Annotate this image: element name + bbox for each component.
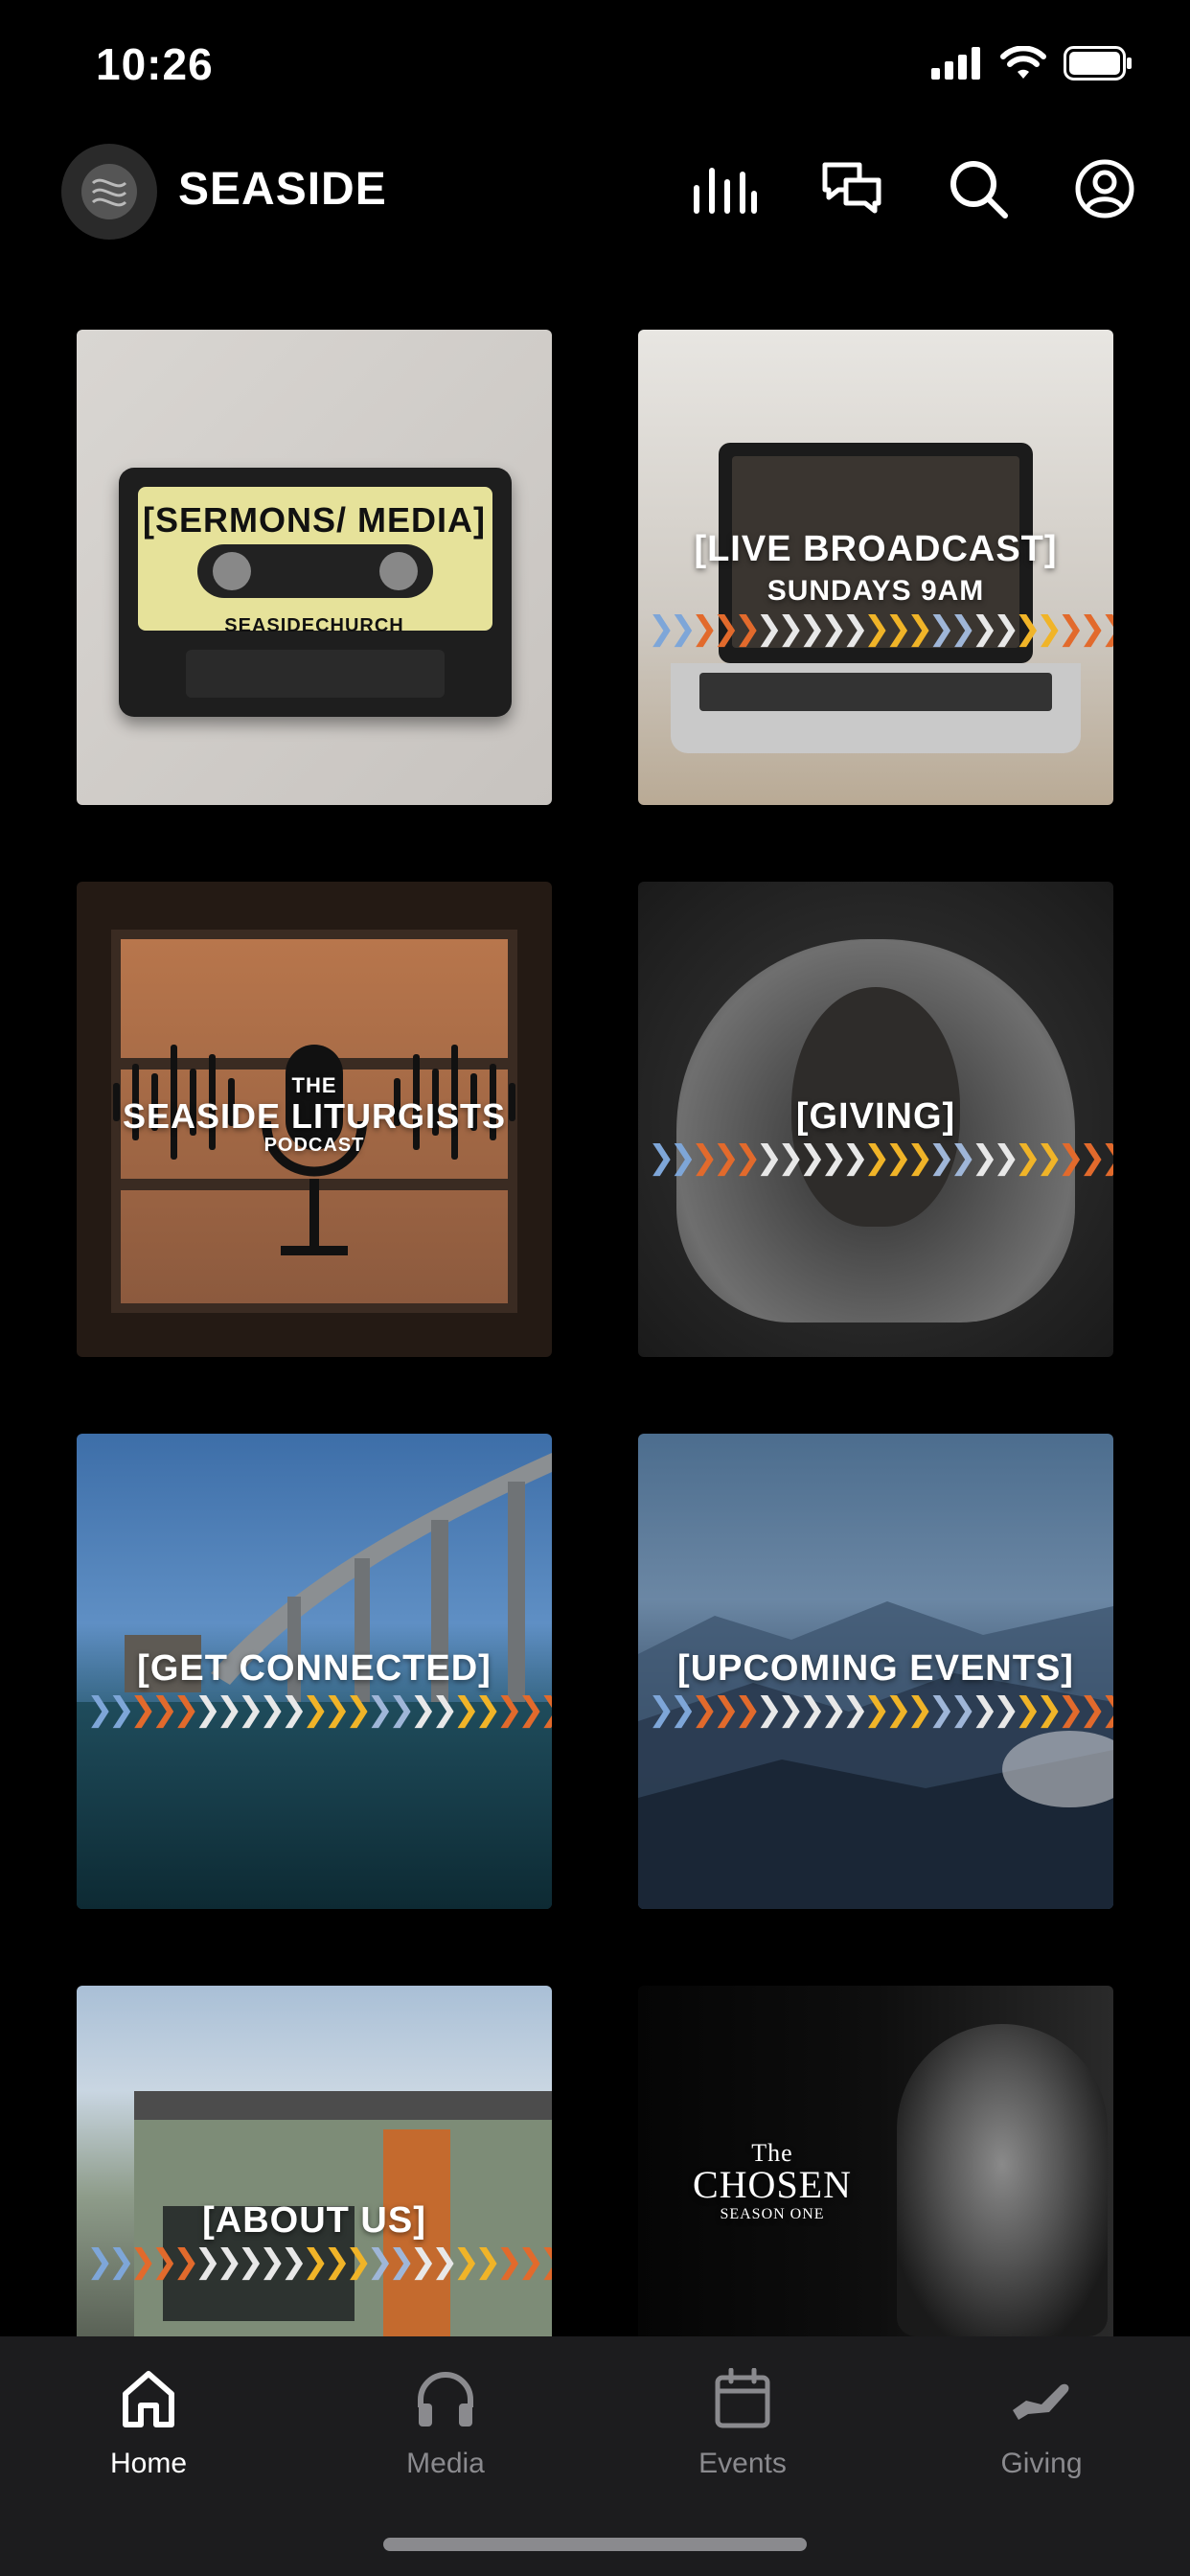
tile-podcast[interactable]: THE SEASIDE LITURGISTS PODCAST xyxy=(77,882,552,1357)
tile-label: [UPCOMING EVENTS] xyxy=(677,1648,1074,1689)
chat-icon xyxy=(822,162,881,214)
tile-label: [GET CONNECTED] xyxy=(137,1648,492,1689)
status-bar: 10:26 xyxy=(0,0,1190,134)
tile-the-chosen[interactable]: The CHOSEN SEASON ONE xyxy=(638,1986,1113,2336)
app-title: SEASIDE xyxy=(178,164,387,215)
tab-label: Events xyxy=(698,2448,787,2479)
profile-button[interactable] xyxy=(1069,153,1140,224)
chevron-decoration: ❯❯❯❯❯❯❯❯❯❯❯❯❯❯❯❯❯❯❯❯❯❯❯❯❯ xyxy=(86,2243,552,2280)
profile-icon xyxy=(1075,159,1134,218)
actor-portrait xyxy=(897,2024,1108,2336)
battery-icon xyxy=(1064,46,1132,80)
header-actions xyxy=(690,153,1140,224)
home-indicator[interactable] xyxy=(383,2538,807,2551)
chevron-decoration: ❯❯❯❯❯❯❯❯❯❯❯❯❯❯❯❯❯❯❯❯❯❯❯❯❯ xyxy=(648,1691,1113,1728)
search-icon xyxy=(950,161,1008,218)
tile-sublabel: PODCAST xyxy=(263,1135,365,1156)
headphones-icon xyxy=(418,2372,473,2426)
tile-label: [ABOUT US] xyxy=(202,2200,426,2241)
audio-bars-icon xyxy=(694,168,757,214)
tile-live-broadcast[interactable]: [LIVE BROADCAST] SUNDAYS 9AM ❯❯ ❯❯❯ ❯❯❯❯❯ ❯… xyxy=(638,330,1113,805)
chevron-decoration: ❯❯❯❯❯❯❯❯❯❯❯❯❯❯❯❯❯❯❯❯❯❯❯❯❯ xyxy=(648,610,1113,647)
tile-label: CHOSEN xyxy=(692,2163,853,2206)
search-button[interactable] xyxy=(943,153,1014,224)
chevron-decoration: ❯❯❯❯❯❯❯❯❯❯❯❯❯❯❯❯❯❯❯❯❯❯❯❯❯ xyxy=(86,1691,552,1728)
logo-icon xyxy=(81,164,137,219)
tile-label: [SERMONS/ MEDIA] xyxy=(143,500,486,540)
chat-button[interactable] xyxy=(816,153,887,224)
tab-home[interactable]: Home xyxy=(53,2356,244,2480)
signal-icon xyxy=(931,47,980,80)
tile-sermons-media[interactable]: [SERMONS/ MEDIA] SEASIDECHURCH xyxy=(77,330,552,805)
tab-media[interactable]: Media xyxy=(350,2356,541,2480)
tile-sublabel: SEASIDECHURCH xyxy=(224,615,404,636)
chevron-decoration: ❯❯❯❯❯❯❯❯❯❯❯❯❯❯❯❯❯❯❯❯❯❯❯❯❯ xyxy=(648,1139,1113,1176)
tile-prelabel: THE xyxy=(291,1073,337,1097)
tab-label: Giving xyxy=(1000,2448,1083,2479)
tile-sublabel: SUNDAYS 9AM xyxy=(767,575,985,607)
calendar-icon xyxy=(715,2368,770,2428)
laptop-base xyxy=(671,663,1081,753)
status-time: 10:26 xyxy=(96,39,214,89)
tab-label: Home xyxy=(109,2448,188,2479)
tile-about-us[interactable]: [ABOUT US] ❯❯❯❯❯❯❯❯❯❯❯❯❯❯❯❯❯❯❯❯❯❯❯❯❯ xyxy=(77,1986,552,2336)
app-header: SEASIDE xyxy=(0,134,1190,249)
tile-get-connected[interactable]: [GET CONNECTED] ❯❯❯❯❯❯❯❯❯❯❯❯❯❯❯❯❯❯❯❯❯❯❯❯… xyxy=(77,1434,552,1909)
tab-events[interactable]: Events xyxy=(647,2356,838,2480)
home-icon xyxy=(123,2371,174,2427)
tile-upcoming-events[interactable]: [UPCOMING EVENTS] ❯❯❯❯❯❯❯❯❯❯❯❯❯❯❯❯❯❯❯❯❯❯… xyxy=(638,1434,1113,1909)
seaside-logo[interactable] xyxy=(61,144,157,240)
water-image xyxy=(77,1702,552,1909)
status-icons xyxy=(931,46,1133,80)
tile-label: [LIVE BROADCAST] xyxy=(694,529,1058,569)
tab-label: Media xyxy=(406,2448,485,2479)
tile-giving[interactable]: [GIVING] ❯❯❯❯❯❯❯❯❯❯❯❯❯❯❯❯❯❯❯❯❯❯❯❯❯ xyxy=(638,882,1113,1357)
tab-giving[interactable]: Giving xyxy=(946,2356,1137,2480)
audio-bars-button[interactable] xyxy=(690,153,761,224)
tile-label: SEASIDE LITURGISTS xyxy=(122,1096,507,1136)
tile-label: [GIVING] xyxy=(795,1096,956,1137)
giving-icon xyxy=(1013,2383,1069,2420)
wifi-icon xyxy=(1000,46,1046,79)
tile-sublabel: SEASON ONE xyxy=(720,2206,825,2222)
